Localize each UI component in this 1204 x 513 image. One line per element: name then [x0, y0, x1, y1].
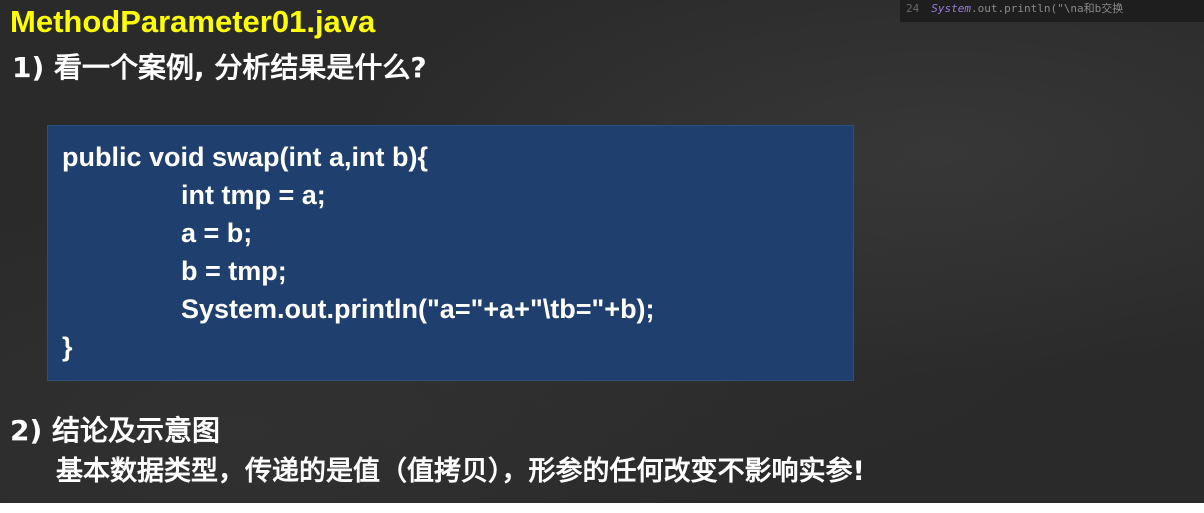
code-line-4: b = tmp; — [181, 256, 287, 286]
code-line-6: } — [62, 332, 73, 362]
section1-heading: 1) 看一个案例, 分析结果是什么? — [12, 51, 427, 84]
section2-heading: 2) 结论及示意图 — [10, 414, 221, 447]
code-rest: .out.println("\na和b交换 — [971, 2, 1124, 15]
code-line-1: public void swap(int a,int b){ — [62, 142, 429, 172]
code-line-5: System.out.println("a="+a+"\tb="+b); — [181, 294, 655, 324]
slide: 24 System.out.println("\na和b交换 MethodPara… — [0, 0, 1204, 503]
background-editor-snippet: 24 System.out.println("\na和b交换 — [900, 0, 1204, 22]
code-block: public void swap(int a,int b){ int tmp =… — [47, 125, 854, 381]
code-line-2: int tmp = a; — [181, 180, 326, 210]
code-keyword: System — [931, 2, 971, 15]
code-line-3: a = b; — [181, 218, 253, 248]
conclusion-text: 基本数据类型，传递的是值（值拷贝），形参的任何改变不影响实参! — [56, 456, 865, 487]
bottom-margin — [0, 503, 1204, 513]
line-number: 24 — [906, 2, 920, 15]
slide-title: MethodParameter01.java — [10, 4, 376, 39]
